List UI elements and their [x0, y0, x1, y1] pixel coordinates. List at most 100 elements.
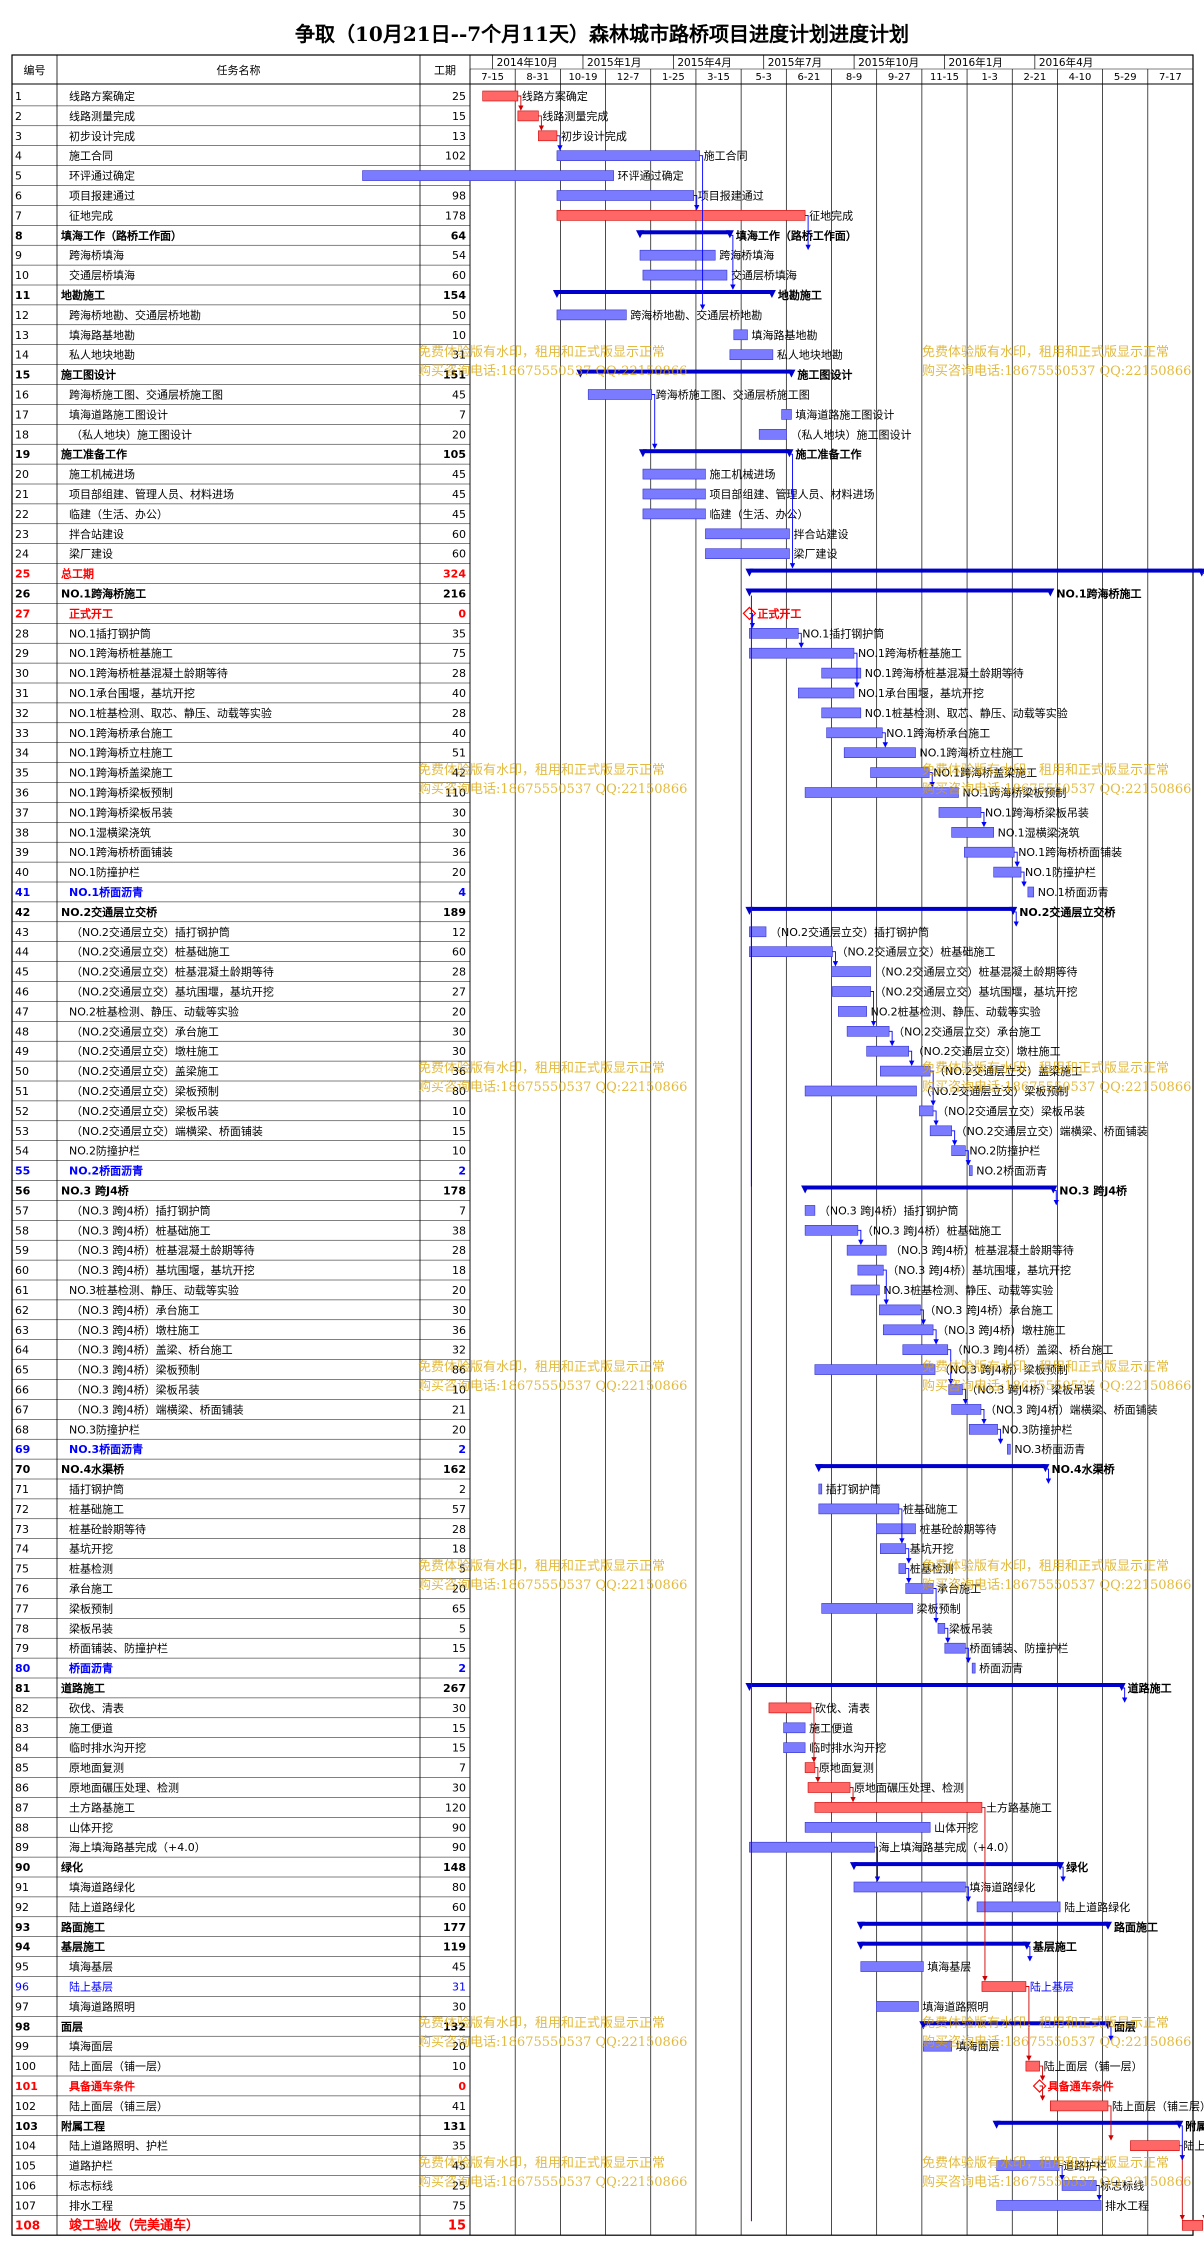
task-name: NO.1跨海桥桩基施工: [69, 646, 173, 660]
header-id: 编号: [24, 63, 46, 77]
watermark: 免费体验版有水印，租用和正式版显示正常 购买咨询电话:18675550537 QQ…: [922, 1059, 1191, 1097]
task-id: 70: [15, 1463, 31, 1476]
bar-label: （NO.2交通层立交）端横梁、桥面铺装: [956, 1124, 1148, 1138]
task-id: 105: [15, 2160, 36, 2173]
bar-label: 临建（生活、办公）: [709, 507, 808, 521]
task-bar: [556, 190, 695, 201]
watermark-line: 购买咨询电话:18675550537 QQ:22150866: [418, 2035, 688, 2051]
bar-label: 山体开挖: [934, 1820, 978, 1834]
bar-label: 施工便道: [809, 1721, 853, 1735]
bar-label: NO.3桥面沥青: [1014, 1443, 1085, 1456]
task-duration: 45: [452, 389, 466, 402]
timescale-tick: 5-29: [1114, 72, 1137, 83]
task-id: 31: [15, 687, 29, 700]
task-duration: 31: [452, 1981, 466, 1994]
task-name: 陆上道路绿化: [69, 1900, 135, 1914]
watermark-line: 免费体验版有水印，租用和正式版显示正常: [418, 1061, 666, 1077]
task-bar: [705, 528, 790, 540]
task-id: 18: [15, 428, 29, 441]
bar-label: 梁板预制: [917, 1601, 961, 1615]
task-duration: 35: [452, 627, 466, 640]
watermark: 免费体验版有水印，租用和正式版显示正常 购买咨询电话:18675550537 QQ…: [418, 1557, 687, 1595]
task-id: 28: [15, 627, 29, 640]
task-bar: [814, 1364, 936, 1375]
watermark-line: 免费体验版有水印，租用和正式版显示正常: [922, 2016, 1170, 2032]
timescale-period: 2016年4月: [1039, 56, 1093, 69]
dependency-link: [693, 195, 700, 211]
bar-label: （NO.2交通层立交）梁板吊装: [937, 1104, 1085, 1118]
task-duration: 324: [443, 568, 466, 581]
bar-label: 基坑开挖: [910, 1542, 954, 1556]
task-duration: 75: [452, 647, 466, 660]
bar-label: 绿化: [1066, 1860, 1088, 1874]
timescale-period: 2015年1月: [587, 56, 641, 69]
task-duration: 13: [452, 130, 466, 143]
task-id: 60: [15, 1264, 29, 1277]
bar-label: 施工准备工作: [795, 447, 861, 461]
bar-label: 私人地块地勘: [777, 349, 843, 362]
bar-label: 桥面沥青: [979, 1662, 1023, 1675]
bar-label: 排水工程: [1105, 2198, 1149, 2212]
bar-label: NO.3防撞护栏: [1002, 1422, 1073, 1436]
task-id: 53: [15, 1125, 29, 1138]
watermark-line: 购买咨询电话:18675550537 QQ:22150866: [418, 781, 688, 797]
bar-label: （NO.3 跨J4桥）墩柱施工: [937, 1323, 1066, 1337]
task-bar: [971, 1662, 976, 1674]
task-name: NO.3 跨J4桥: [61, 1184, 130, 1198]
task-bar: [831, 966, 871, 977]
task-name: 征地完成: [69, 208, 113, 222]
bar-label: 地勘施工: [778, 288, 822, 302]
watermark: 免费体验版有水印，租用和正式版显示正常 购买咨询电话:18675550537 QQ…: [418, 343, 687, 381]
task-duration: 28: [452, 966, 466, 979]
task-name: NO.1跨海桥梁板吊装: [69, 805, 173, 819]
critical-bar: [1025, 2060, 1040, 2072]
task-id: 65: [15, 1364, 29, 1377]
task-id: 55: [15, 1165, 30, 1178]
task-id: 21: [15, 488, 29, 501]
task-id: 64: [15, 1344, 29, 1357]
task-id: 62: [15, 1304, 29, 1317]
task-duration: 64: [451, 229, 467, 242]
task-id: 66: [15, 1384, 29, 1397]
task-name: NO.1桩基检测、取芯、静压、动载等实验: [69, 706, 272, 720]
task-name: 道路施工: [61, 1681, 105, 1695]
task-bar: [919, 1105, 934, 1117]
bar-label: （NO.2交通层立交）桩基混凝土龄期等待: [875, 965, 1078, 979]
watermark-line: 购买咨询电话:18675550537 QQ:22150866: [922, 781, 1192, 797]
task-duration: 15: [452, 1722, 466, 1735]
task-bar: [846, 1026, 890, 1037]
task-bar: [705, 548, 790, 560]
critical-bar: [482, 90, 519, 102]
bar-label: （私人地块）施工图设计: [791, 428, 912, 441]
watermark-line: 免费体验版有水印，租用和正式版显示正常: [418, 2155, 666, 2171]
task-name: NO.2交通层立交桥: [61, 905, 158, 919]
task-duration: 60: [452, 528, 466, 541]
task-duration: 30: [452, 1025, 466, 1038]
task-id: 26: [15, 588, 31, 601]
task-duration: 30: [452, 1045, 466, 1058]
watermark: 免费体验版有水印，租用和正式版显示正常 购买咨询电话:18675550537 QQ…: [418, 761, 687, 799]
bar-label: （NO.3 跨J4桥）基坑围堰，基坑开挖: [887, 1263, 1071, 1277]
timescale-tick: 1-25: [662, 72, 685, 83]
dependency-link: [517, 95, 524, 111]
task-name: 承台施工: [69, 1582, 113, 1596]
task-duration: 90: [452, 1821, 466, 1834]
task-duration: 2: [459, 1483, 466, 1496]
watermark-line: 免费体验版有水印，租用和正式版显示正常: [922, 762, 1170, 778]
bar-label: （NO.2交通层立交）墩柱施工: [913, 1044, 1061, 1058]
task-bar: [804, 1822, 931, 1833]
task-bar: [1007, 1443, 1011, 1455]
task-id: 29: [15, 647, 29, 660]
task-name: 陆上道路照明、护栏: [69, 2139, 168, 2153]
bar-label: 施工图设计: [797, 368, 852, 382]
task-bar: [876, 1523, 916, 1535]
task-duration: 10: [452, 2060, 466, 2073]
bar-label: （NO.2交通层立交）基坑围堰，基坑开挖: [875, 985, 1078, 999]
task-name: 海上填海路基完成（+4.0）: [69, 1840, 206, 1854]
dependency-link: [832, 951, 839, 967]
bar-label: 环评通过确定: [618, 169, 684, 183]
task-name: （NO.3 跨J4桥）端横梁、桥面铺装: [71, 1402, 244, 1416]
critical-bar: [556, 210, 806, 221]
task-bar: [804, 1085, 917, 1097]
task-name: 交通层桥填海: [69, 268, 135, 282]
